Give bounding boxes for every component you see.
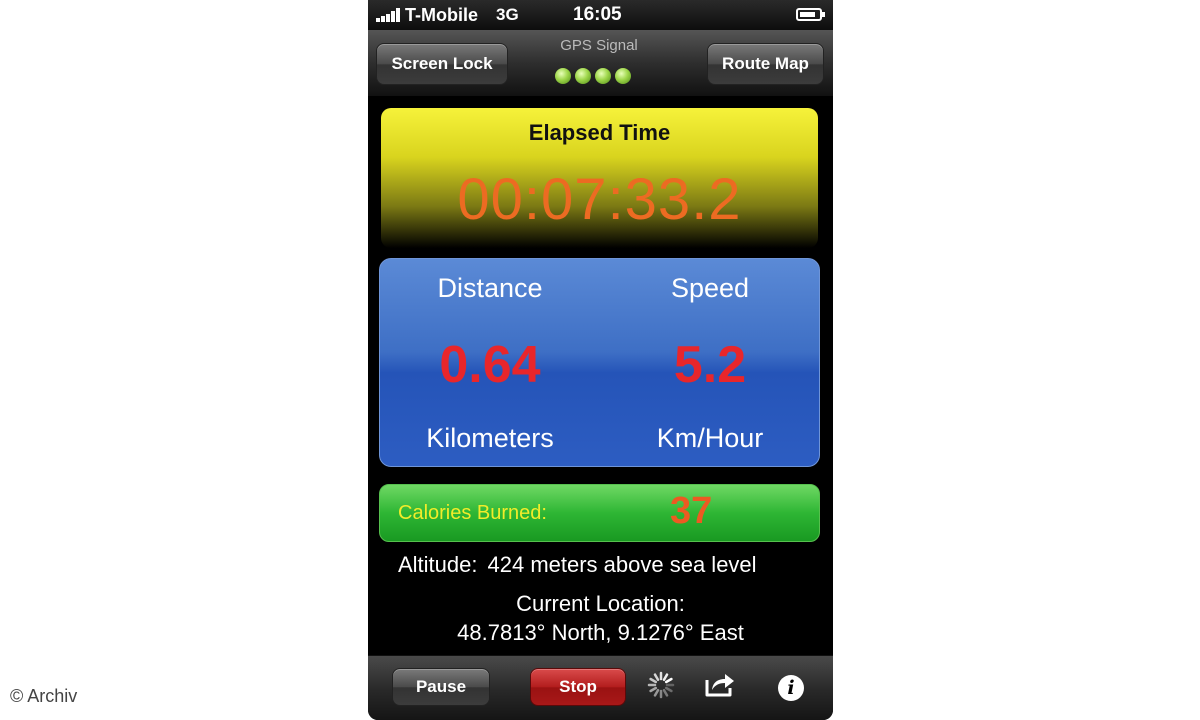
top-toolbar: Screen Lock GPS Signal Route Map	[368, 30, 833, 97]
distance-unit: Kilometers	[426, 423, 554, 453]
signal-strength-icon	[376, 8, 402, 22]
page: T-Mobile 3G 16:05 Screen Lock GPS Signal…	[0, 0, 1200, 720]
route-map-button[interactable]: Route Map	[707, 43, 824, 85]
current-location-label: Current Location:	[516, 591, 685, 616]
altitude-line: Altitude: 424 meters above sea level	[398, 552, 757, 578]
speed-value: 5.2	[673, 336, 747, 394]
gps-signal-indicator	[555, 68, 645, 88]
speed-unit: Km/Hour	[656, 423, 764, 453]
metrics-panel: Distance 0.64 Kilometers Speed 5.2 Km/Ho…	[379, 258, 820, 467]
battery-icon	[796, 8, 825, 21]
gps-signal-dot	[595, 68, 611, 84]
distance-title: Distance	[437, 273, 543, 303]
gps-signal-label: GPS Signal	[560, 37, 638, 54]
current-location-value: 48.7813° North, 9.1276° East	[457, 620, 744, 645]
distance-value: 0.64	[439, 336, 541, 394]
status-bar: T-Mobile 3G 16:05	[368, 0, 833, 30]
calories-label: Calories Burned:	[398, 502, 547, 524]
status-clock: 16:05	[573, 4, 622, 25]
watermark: © Archiv	[10, 686, 78, 706]
elapsed-time-value: 00:07:33.2	[457, 167, 742, 232]
elapsed-time-label: Elapsed Time	[528, 120, 671, 145]
screen-lock-button[interactable]: Screen Lock	[376, 43, 508, 85]
speed-metric: Speed 5.2 Km/Hour	[600, 259, 820, 468]
pause-button[interactable]: Pause	[392, 668, 490, 706]
carrier-name: T-Mobile	[405, 5, 478, 25]
activity-spinner-icon	[647, 671, 675, 699]
speed-title: Speed	[670, 273, 750, 303]
altitude-label: Altitude:	[398, 552, 478, 577]
network-type: 3G	[496, 5, 519, 24]
calories-bar: Calories Burned: 37	[379, 484, 820, 542]
gps-signal-dot	[555, 68, 571, 84]
phone-screen: T-Mobile 3G 16:05 Screen Lock GPS Signal…	[368, 0, 833, 720]
distance-metric: Distance 0.64 Kilometers	[380, 259, 600, 468]
gps-signal-dot	[615, 68, 631, 84]
share-arrow-icon[interactable]	[704, 670, 736, 698]
stop-button[interactable]: Stop	[530, 668, 626, 706]
calories-value: 37	[670, 490, 713, 532]
altitude-value: 424 meters above sea level	[487, 552, 757, 577]
elapsed-time-panel: Elapsed Time 00:07:33.2	[381, 108, 818, 248]
bottom-toolbar: Pause Stop i	[368, 655, 833, 720]
gps-signal-dot	[575, 68, 591, 84]
info-icon[interactable]: i	[778, 675, 804, 701]
